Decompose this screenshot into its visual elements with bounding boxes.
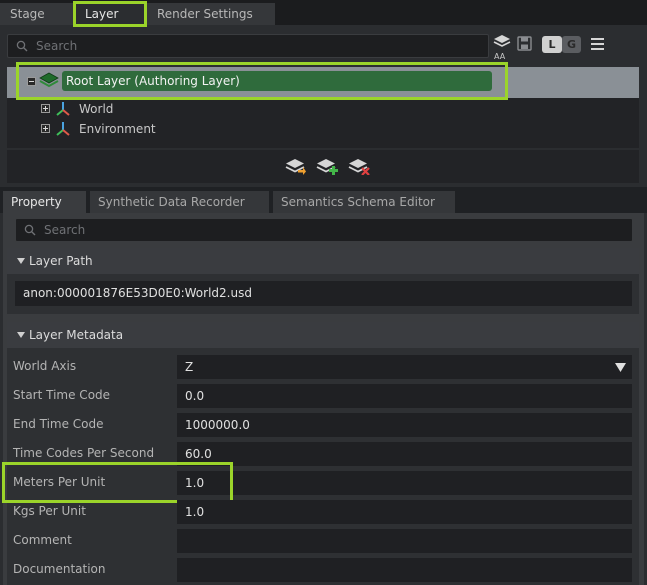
search-icon xyxy=(24,224,36,236)
tree-item-label: Environment xyxy=(79,122,156,136)
layer-search-placeholder: Search xyxy=(36,39,78,53)
root-layer-label[interactable]: Root Layer (Authoring Layer) xyxy=(62,71,492,91)
layer-metadata-header[interactable]: Layer Metadata xyxy=(7,322,639,348)
aa-label[interactable]: AA xyxy=(494,52,505,62)
tab-stage[interactable]: Stage xyxy=(0,3,74,25)
world-axis-value: Z xyxy=(185,360,194,374)
comment-label: Comment xyxy=(13,533,72,547)
expand-icon[interactable] xyxy=(41,124,50,133)
property-tab-bar: Property Synthetic Data Recorder Semanti… xyxy=(0,187,647,213)
g-toggle-button[interactable]: G xyxy=(562,36,581,53)
meters-per-unit-label: Meters Per Unit xyxy=(13,475,106,489)
tree-item-world[interactable]: World xyxy=(41,99,241,119)
collapse-triangle-icon[interactable] xyxy=(17,258,25,264)
xform-icon xyxy=(56,102,70,116)
property-search-input[interactable]: Search xyxy=(15,218,633,242)
l-toggle-button[interactable]: L xyxy=(542,36,562,53)
root-layer-row[interactable]: Root Layer (Authoring Layer) xyxy=(16,62,508,100)
tab-render-settings[interactable]: Render Settings xyxy=(147,3,275,25)
tab-semantics-schema-editor[interactable]: Semantics Schema Editor xyxy=(273,191,455,213)
xform-icon xyxy=(56,122,70,136)
meters-per-unit-field-bg xyxy=(177,471,632,495)
start-time-code-label: Start Time Code xyxy=(13,388,111,402)
layer-icon xyxy=(39,72,59,88)
top-tab-bar: Stage Layer Render Settings xyxy=(0,0,647,27)
collapse-icon[interactable] xyxy=(27,77,36,86)
layer-action-bar xyxy=(7,150,639,183)
end-time-code-label: End Time Code xyxy=(13,417,104,431)
menu-icon[interactable] xyxy=(591,38,605,50)
start-time-code-field[interactable]: 0.0 xyxy=(177,384,632,408)
tree-item-environment[interactable]: Environment xyxy=(41,119,241,139)
layer-path-field[interactable]: anon:000001876E53D0E0:World2.usd xyxy=(15,281,632,306)
layers-stack-icon[interactable] xyxy=(493,34,511,50)
layer-path-header[interactable]: Layer Path xyxy=(7,248,639,274)
layer-tree: Root Layer (Authoring Layer) World Envir… xyxy=(7,62,639,148)
chevron-down-icon[interactable] xyxy=(615,363,626,372)
world-axis-label: World Axis xyxy=(13,359,77,373)
end-time-code-field[interactable]: 1000000.0 xyxy=(177,413,632,437)
layer-path-title: Layer Path xyxy=(29,254,93,268)
search-icon xyxy=(16,40,28,52)
tab-synthetic-data-recorder[interactable]: Synthetic Data Recorder xyxy=(90,191,269,213)
time-codes-per-second-field[interactable]: 60.0 xyxy=(177,442,632,466)
meters-per-unit-field[interactable]: 1.0 xyxy=(185,471,204,495)
tab-property[interactable]: Property xyxy=(3,191,86,213)
expand-icon[interactable] xyxy=(41,104,50,113)
documentation-label: Documentation xyxy=(13,562,106,576)
kgs-per-unit-label: Kgs Per Unit xyxy=(13,504,86,518)
kgs-per-unit-field[interactable]: 1.0 xyxy=(177,500,632,524)
tab-layer[interactable]: Layer xyxy=(73,1,147,27)
create-sublayer-icon[interactable] xyxy=(316,157,338,175)
tree-item-label: World xyxy=(79,102,114,116)
comment-field[interactable] xyxy=(177,529,632,553)
layer-window: Stage Layer Render Settings Search AA L … xyxy=(0,0,647,585)
documentation-field[interactable] xyxy=(177,558,632,582)
layer-search-input[interactable]: Search xyxy=(7,34,489,58)
collapse-triangle-icon[interactable] xyxy=(17,332,25,338)
time-codes-per-second-label: Time Codes Per Second xyxy=(13,446,155,460)
property-search-placeholder: Search xyxy=(44,223,86,237)
remove-sublayer-icon[interactable] xyxy=(348,157,370,176)
insert-sublayer-icon[interactable] xyxy=(285,157,307,175)
save-icon[interactable] xyxy=(517,36,532,51)
layer-metadata-title: Layer Metadata xyxy=(29,328,124,342)
world-axis-dropdown[interactable]: Z xyxy=(177,355,632,379)
